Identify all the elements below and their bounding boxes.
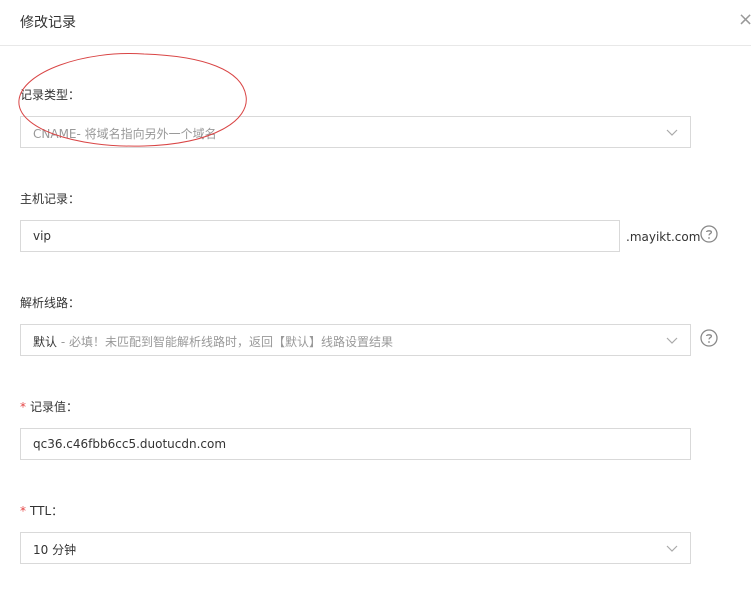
required-mark: * bbox=[20, 400, 26, 414]
line-value: 默认 - 必填！未匹配到智能解析线路时，返回【默认】线路设置结果 bbox=[33, 335, 393, 349]
record-type-label: 记录类型： bbox=[20, 88, 81, 102]
help-circle-icon[interactable] bbox=[700, 329, 718, 347]
required-mark: * bbox=[20, 504, 26, 518]
record-value-text: qc36.c46fbb6cc5.duotucdn.com bbox=[33, 437, 227, 451]
domain-suffix: .mayikt.com bbox=[626, 230, 701, 244]
line-label: 解析线路： bbox=[20, 296, 81, 310]
dialog-title: 修改记录 bbox=[20, 15, 76, 31]
close-icon[interactable]: × bbox=[738, 10, 751, 30]
record-type-select[interactable]: CNAME- 将域名指向另外一个域名 bbox=[20, 116, 691, 148]
help-circle-icon[interactable] bbox=[700, 225, 718, 243]
host-record-value: vip bbox=[33, 229, 52, 243]
ttl-label: * TTL： bbox=[20, 504, 64, 518]
chevron-down-icon bbox=[666, 337, 678, 344]
record-type-value: CNAME- 将域名指向另外一个域名 bbox=[33, 127, 217, 141]
record-value-input[interactable]: qc36.c46fbb6cc5.duotucdn.com bbox=[20, 428, 691, 460]
record-value-label: * 记录值： bbox=[20, 400, 79, 414]
chevron-down-icon bbox=[666, 129, 678, 136]
ttl-value: 10 分钟 bbox=[33, 543, 77, 557]
chevron-down-icon bbox=[666, 545, 678, 552]
host-record-input[interactable]: vip bbox=[20, 220, 620, 252]
host-record-label: 主机记录： bbox=[20, 192, 81, 206]
ttl-select[interactable]: 10 分钟 bbox=[20, 532, 691, 564]
dialog-header: 修改记录 × bbox=[0, 0, 751, 46]
line-select[interactable]: 默认 - 必填！未匹配到智能解析线路时，返回【默认】线路设置结果 bbox=[20, 324, 691, 356]
